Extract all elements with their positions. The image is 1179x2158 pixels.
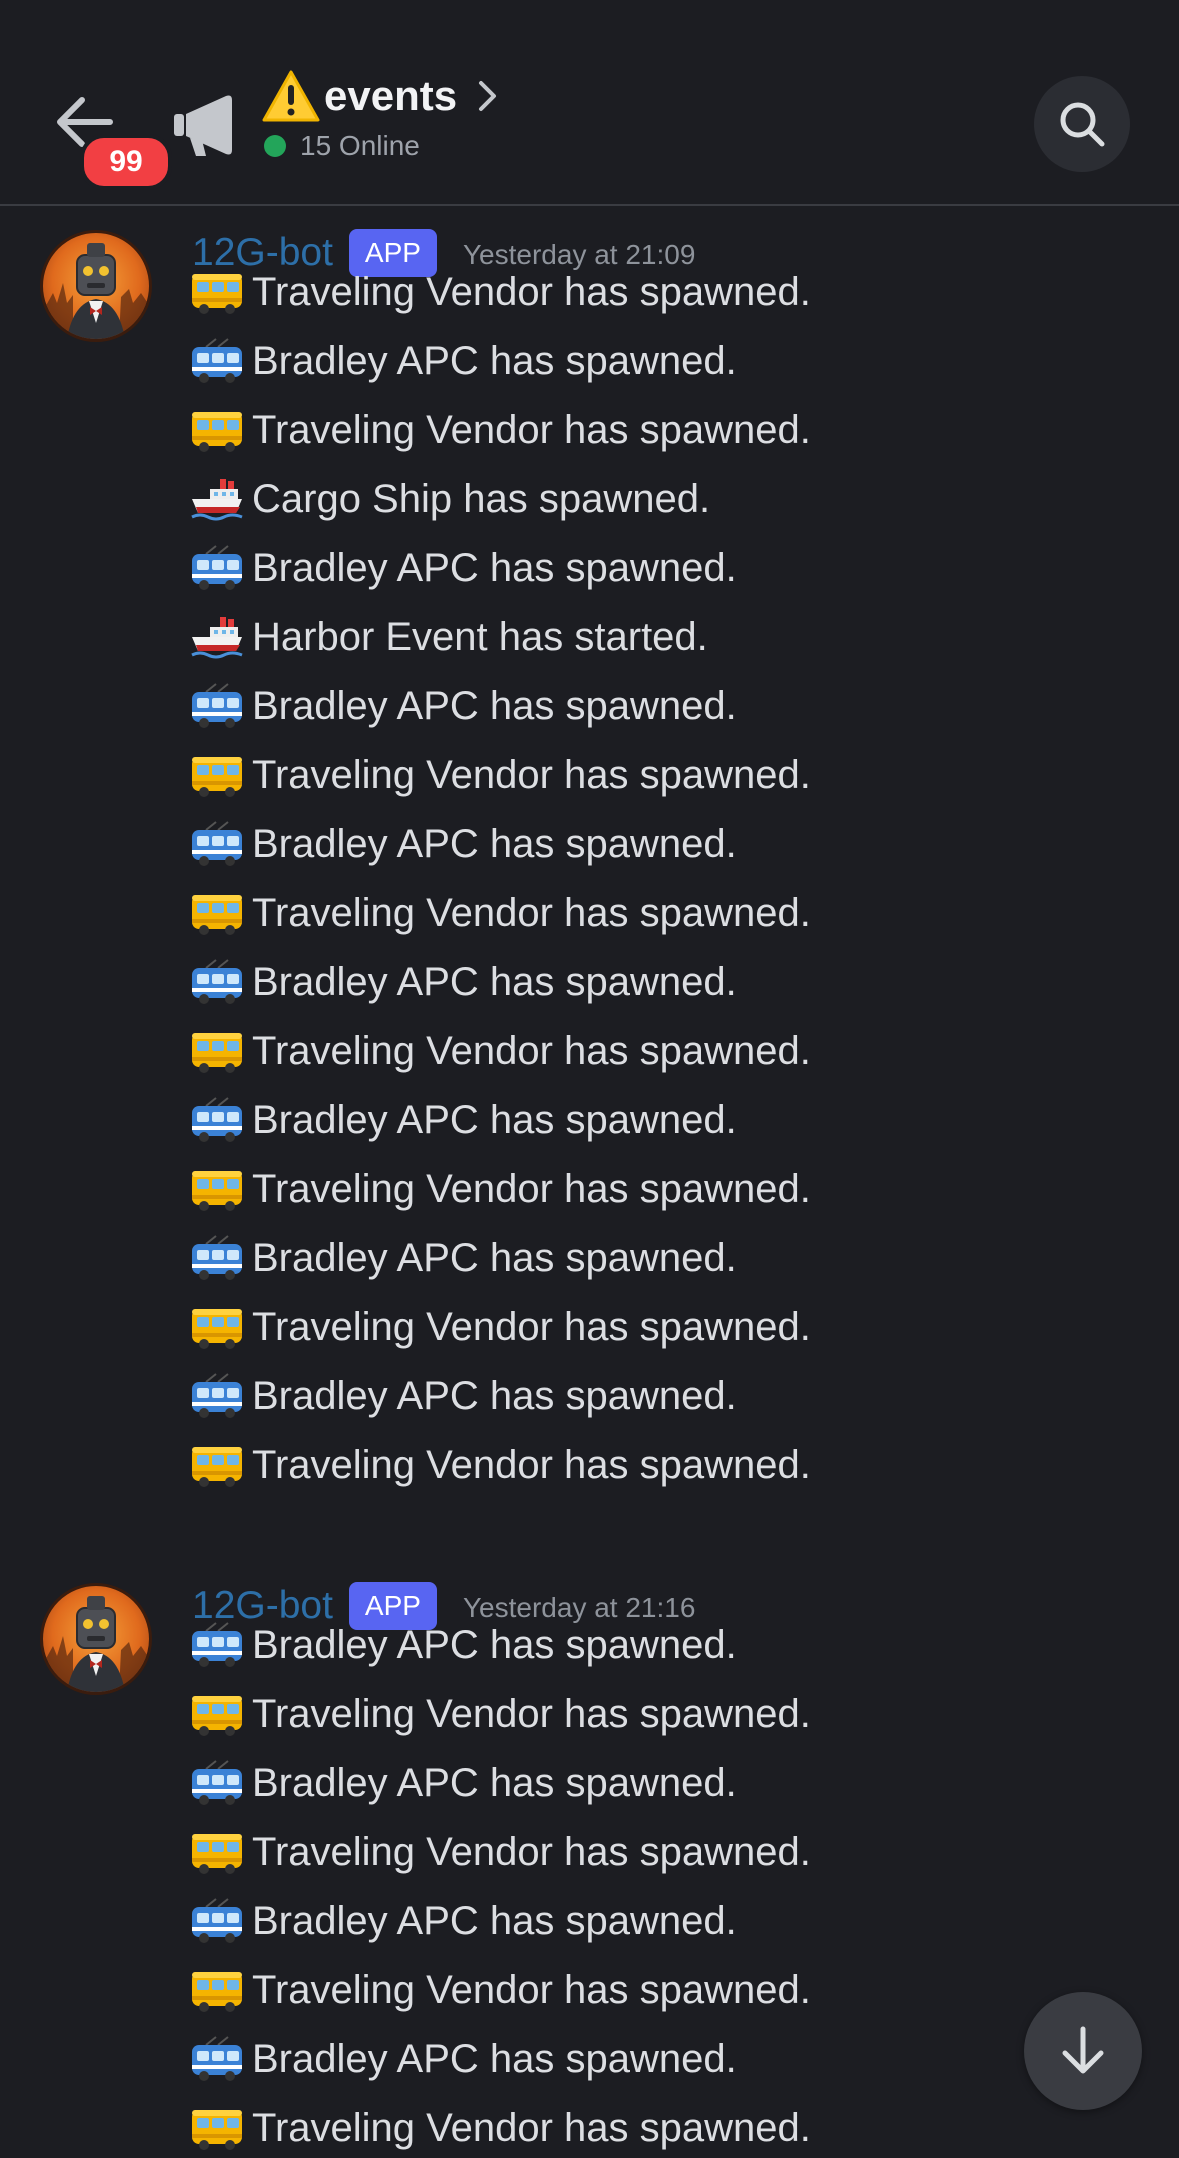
bus-icon xyxy=(192,757,242,797)
message-text: Traveling Vendor has spawned. xyxy=(252,890,811,935)
message-line[interactable]: Bradley APC has spawned. xyxy=(190,538,737,598)
message-line[interactable]: Traveling Vendor has spawned. xyxy=(190,883,811,943)
chevron-right-icon xyxy=(479,81,497,111)
message-line[interactable]: Traveling Vendor has spawned. xyxy=(190,745,811,805)
message-line[interactable]: Traveling Vendor has spawned. xyxy=(190,400,811,460)
message-line[interactable]: Bradley APC has spawned. xyxy=(190,331,737,391)
bus-icon xyxy=(192,1834,242,1874)
message-text: Traveling Vendor has spawned. xyxy=(252,2105,811,2150)
message-text: Traveling Vendor has spawned. xyxy=(252,1166,811,1211)
message-text: Traveling Vendor has spawned. xyxy=(252,269,811,314)
message-text: Bradley APC has spawned. xyxy=(252,338,737,383)
message-text: Bradley APC has spawned. xyxy=(252,2036,737,2081)
warning-icon xyxy=(262,70,320,122)
online-dot-icon xyxy=(264,135,286,157)
message-line[interactable]: Bradley APC has spawned. xyxy=(190,1753,737,1813)
message-text: Bradley APC has spawned. xyxy=(252,1097,737,1142)
message-line[interactable]: Traveling Vendor has spawned. xyxy=(190,2098,811,2158)
message-line[interactable]: Cargo Ship has spawned. xyxy=(190,469,710,529)
message-line[interactable]: Bradley APC has spawned. xyxy=(190,952,737,1012)
message-text: Bradley APC has spawned. xyxy=(252,1235,737,1280)
message-line[interactable]: Traveling Vendor has spawned. xyxy=(190,1159,811,1219)
message-line[interactable]: Bradley APC has spawned. xyxy=(190,1891,737,1951)
bus-icon xyxy=(192,1033,242,1073)
message-text: Bradley APC has spawned. xyxy=(252,1760,737,1805)
online-status: 15 Online xyxy=(264,130,420,162)
trolleybus-icon xyxy=(192,338,242,383)
bus-icon xyxy=(192,2110,242,2150)
bus-icon xyxy=(192,1447,242,1487)
trolleybus-icon xyxy=(192,545,242,590)
message-line[interactable]: Traveling Vendor has spawned. xyxy=(190,1960,811,2020)
message-line[interactable]: Harbor Event has started. xyxy=(190,607,708,667)
message-line[interactable]: Bradley APC has spawned. xyxy=(190,814,737,874)
avatar[interactable] xyxy=(40,1583,152,1695)
ship-icon xyxy=(191,617,243,659)
message-line[interactable]: Traveling Vendor has spawned. xyxy=(190,1822,811,1882)
message-line[interactable]: Bradley APC has spawned. xyxy=(190,1366,737,1426)
bus-icon xyxy=(192,895,242,935)
trolleybus-icon xyxy=(192,1622,242,1667)
trolleybus-icon xyxy=(192,683,242,728)
message-text: Traveling Vendor has spawned. xyxy=(252,1967,811,2012)
message-line[interactable]: Traveling Vendor has spawned. xyxy=(190,1021,811,1081)
message-text: Bradley APC has spawned. xyxy=(252,1373,737,1418)
message-text: Bradley APC has spawned. xyxy=(252,959,737,1004)
trolleybus-icon xyxy=(192,1898,242,1943)
message-line[interactable]: Bradley APC has spawned. xyxy=(190,676,737,736)
message-line[interactable]: Traveling Vendor has spawned. xyxy=(190,1684,811,1744)
search-icon xyxy=(1060,102,1105,147)
message-text: Harbor Event has started. xyxy=(252,614,708,659)
megaphone-icon xyxy=(172,92,238,160)
message-line[interactable]: Bradley APC has spawned. xyxy=(190,1090,737,1150)
trolleybus-icon xyxy=(192,1235,242,1280)
message-text: Bradley APC has spawned. xyxy=(252,821,737,866)
bus-icon xyxy=(192,1309,242,1349)
bus-icon xyxy=(192,412,242,452)
message-text: Traveling Vendor has spawned. xyxy=(252,1028,811,1073)
channel-name: events xyxy=(324,72,458,119)
channel-header: 99 events 15 Online xyxy=(0,0,1179,206)
ship-icon xyxy=(191,479,243,521)
message-line[interactable]: Traveling Vendor has spawned. xyxy=(190,1297,811,1357)
message-line[interactable]: Traveling Vendor has spawned. xyxy=(190,262,811,322)
message-text: Traveling Vendor has spawned. xyxy=(252,752,811,797)
message-line[interactable]: Bradley APC has spawned. xyxy=(190,2029,737,2089)
bus-icon xyxy=(192,274,242,314)
jump-to-present-button[interactable] xyxy=(1024,1992,1142,2110)
channel-title-button[interactable]: events xyxy=(262,66,499,126)
unread-badge: 99 xyxy=(80,134,172,190)
message-text: Bradley APC has spawned. xyxy=(252,1622,737,1667)
message-line[interactable]: Bradley APC has spawned. xyxy=(190,1615,737,1675)
message-text: Bradley APC has spawned. xyxy=(252,683,737,728)
trolleybus-icon xyxy=(192,1097,242,1142)
message-text: Traveling Vendor has spawned. xyxy=(252,1442,811,1487)
message-text: Bradley APC has spawned. xyxy=(252,545,737,590)
message-line[interactable]: Bradley APC has spawned. xyxy=(190,1228,737,1288)
trolleybus-icon xyxy=(192,821,242,866)
message-text: Traveling Vendor has spawned. xyxy=(252,1829,811,1874)
avatar[interactable] xyxy=(40,230,152,342)
message-text: Traveling Vendor has spawned. xyxy=(252,1691,811,1736)
trolleybus-icon xyxy=(192,959,242,1004)
message-text: Traveling Vendor has spawned. xyxy=(252,407,811,452)
arrow-down-icon xyxy=(1062,2026,1104,2074)
bus-icon xyxy=(192,1171,242,1211)
message-text: Traveling Vendor has spawned. xyxy=(252,1304,811,1349)
message-text: Cargo Ship has spawned. xyxy=(252,476,711,521)
bus-icon xyxy=(192,1696,242,1736)
trolleybus-icon xyxy=(192,1373,242,1418)
search-button[interactable] xyxy=(1034,76,1130,172)
bus-icon xyxy=(192,1972,242,2012)
message-text: Bradley APC has spawned. xyxy=(252,1898,737,1943)
trolleybus-icon xyxy=(192,1760,242,1805)
online-count: 15 Online xyxy=(300,130,420,161)
trolleybus-icon xyxy=(192,2036,242,2081)
message-line[interactable]: Traveling Vendor has spawned. xyxy=(190,1435,811,1495)
